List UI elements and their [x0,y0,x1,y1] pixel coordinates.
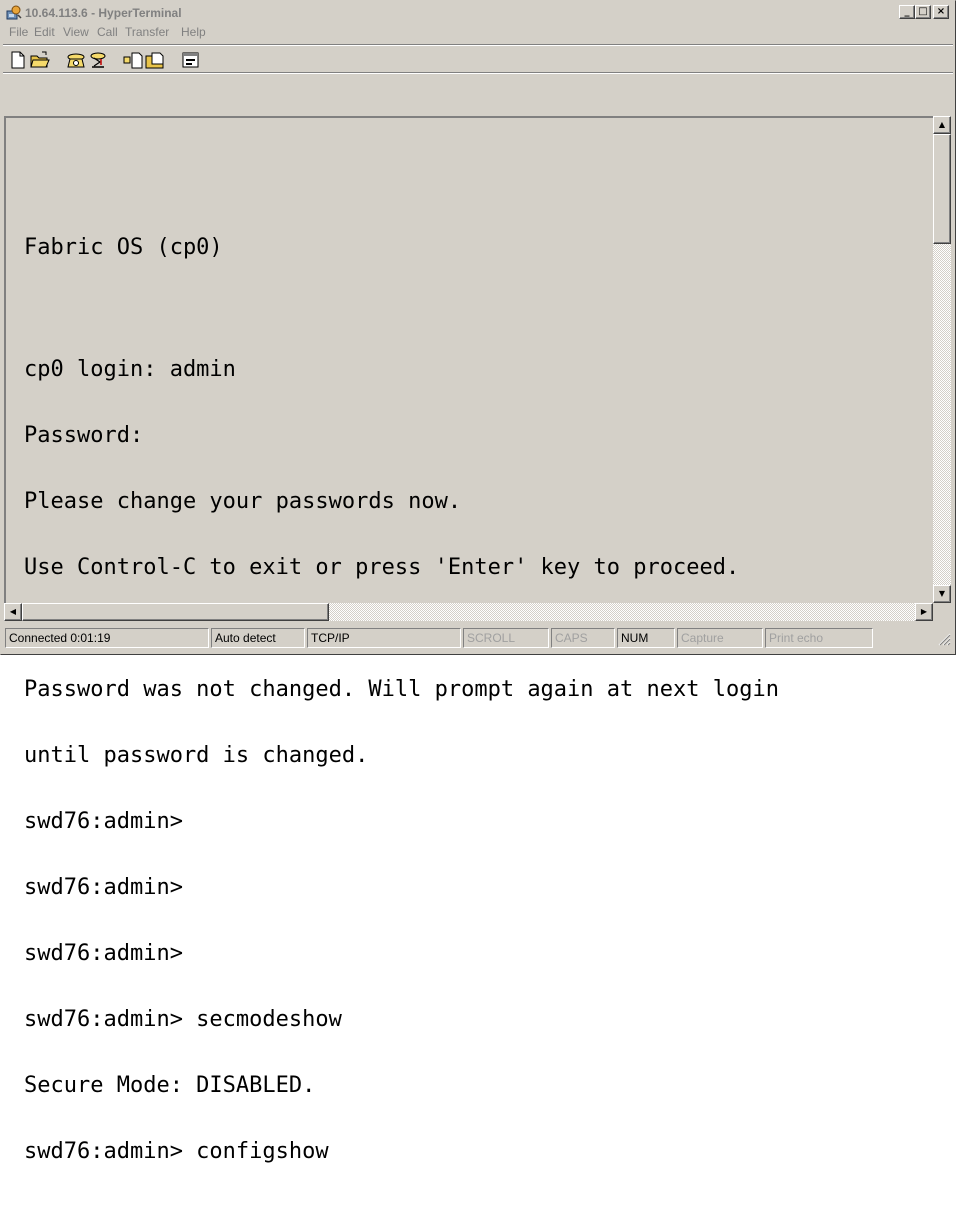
left-arrow-icon: ◀ [9,607,17,616]
call-phone-icon[interactable] [66,50,86,70]
window-title: 10.64.113.6 - HyperTerminal [25,6,182,20]
terminal-line: swd76:admin> [24,875,183,900]
terminal-output: Fabric OS (cp0) cp0 login: admin Passwor… [24,193,779,1207]
horizontal-scrollbar[interactable]: ◀ ▶ [4,603,933,621]
status-detect: Auto detect [211,628,305,648]
terminal-line: swd76:admin> [24,809,183,834]
right-arrow-icon: ▶ [920,607,928,616]
maximize-button[interactable]: □ [915,5,931,19]
hyperterminal-app-icon[interactable] [6,5,22,21]
menu-call[interactable]: Call [97,25,118,39]
status-print-echo: Print echo [765,628,873,648]
menu-bar: File Edit View Call Transfer Help [3,23,953,42]
scroll-down-button[interactable]: ▼ [933,585,951,603]
status-caps: CAPS [551,628,615,648]
terminal-line: swd76:admin> secmodeshow [24,1007,342,1032]
menu-edit[interactable]: Edit [34,25,55,39]
vertical-scroll-thumb[interactable] [933,134,951,244]
scroll-up-button[interactable]: ▲ [933,116,951,134]
status-connected: Connected 0:01:19 [5,628,209,648]
toolbar [3,44,953,74]
terminal-line: Fabric OS (cp0) [24,235,223,260]
terminal-line: Password: [24,423,144,448]
close-button[interactable]: × [933,5,949,19]
terminal-line: Please change your passwords now. [24,489,462,514]
terminal-line: until password is changed. [24,743,369,768]
new-document-icon[interactable] [8,50,28,70]
up-arrow-icon: ▲ [938,120,946,129]
resize-grip-icon[interactable] [938,633,951,646]
receive-file-icon[interactable] [145,50,165,70]
status-scroll: SCROLL [463,628,549,648]
terminal-screen[interactable]: Fabric OS (cp0) cp0 login: admin Passwor… [4,116,934,1163]
terminal-line: Password was not changed. Will prompt ag… [24,677,779,702]
maximize-icon: □ [918,6,928,17]
scroll-right-button[interactable]: ▶ [915,603,933,621]
open-folder-icon[interactable] [30,50,50,70]
properties-icon[interactable] [181,50,201,70]
horizontal-scroll-thumb[interactable] [22,603,329,621]
menu-transfer[interactable]: Transfer [125,25,169,39]
send-file-icon[interactable] [123,50,143,70]
status-capture: Capture [677,628,763,648]
terminal-line: Use Control-C to exit or press 'Enter' k… [24,555,740,580]
terminal-line: swd76:admin> [24,941,183,966]
disconnect-phone-icon[interactable] [88,50,108,70]
close-icon: × [936,6,946,17]
status-protocol: TCP/IP [307,628,461,648]
title-bar[interactable]: 10.64.113.6 - HyperTerminal _ □ × [3,3,953,23]
menu-help[interactable]: Help [181,25,206,39]
scrollbar-corner [933,603,951,621]
hyperterminal-window: 10.64.113.6 - HyperTerminal _ □ × File E… [0,0,956,1163]
down-arrow-icon: ▼ [938,589,946,598]
minimize-icon: _ [904,6,910,17]
scroll-left-button[interactable]: ◀ [4,603,22,621]
minimize-button[interactable]: _ [899,5,915,19]
toolbar-strip [3,45,953,73]
terminal-line: cp0 login: admin [24,357,236,382]
terminal-line: Secure Mode: DISABLED. [24,1073,316,1098]
vertical-scrollbar[interactable]: ▲ ▼ [933,116,951,603]
status-num: NUM [617,628,675,648]
menu-file[interactable]: File [9,25,28,39]
menu-view[interactable]: View [63,25,89,39]
terminal-line: swd76:admin> configshow [24,1139,329,1164]
status-bar: Connected 0:01:19 Auto detect TCP/IP SCR… [3,625,953,651]
